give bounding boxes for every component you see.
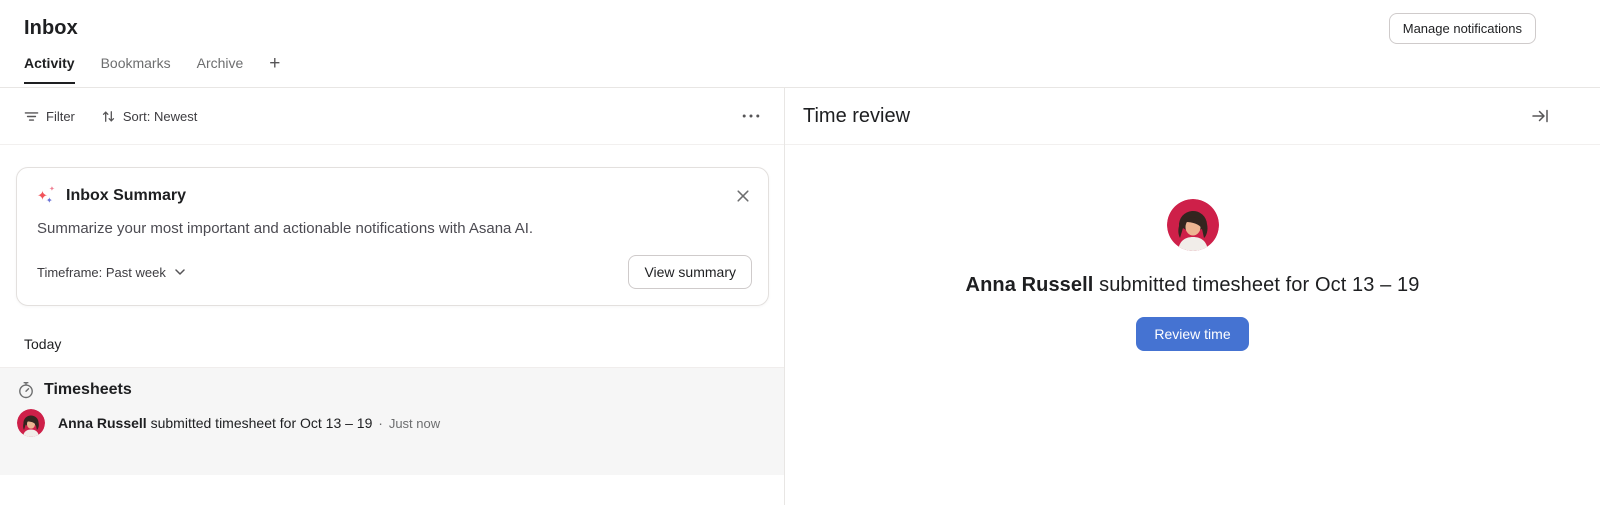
add-tab-icon[interactable]: + (269, 57, 280, 82)
detail-header: Time review (785, 88, 1600, 145)
stopwatch-icon (17, 381, 35, 399)
page-title: Inbox (24, 17, 78, 40)
detail-date-range: Oct 13 – 19 (1315, 274, 1420, 296)
inbox-tabs: Activity Bookmarks Archive + (24, 55, 1576, 83)
filter-button[interactable]: Filter (24, 109, 75, 124)
manage-notifications-button[interactable]: Manage notifications (1389, 13, 1536, 44)
inbox-app: Inbox Manage notifications Activity Book… (0, 0, 1600, 505)
group-title: Timesheets (44, 381, 132, 399)
tab-archive[interactable]: Archive (197, 55, 244, 84)
review-time-button[interactable]: Review time (1136, 317, 1248, 351)
notification-list-panel: Filter Sort: Newest (0, 88, 785, 505)
sort-button[interactable]: Sort: Newest (101, 109, 197, 124)
chevron-down-icon (175, 269, 185, 275)
notification-actor: Anna Russell (58, 415, 147, 431)
sort-arrows-icon (101, 109, 116, 124)
summary-card-description: Summarize your most important and action… (37, 220, 752, 237)
separator: · (376, 415, 385, 431)
close-icon[interactable] (734, 187, 752, 205)
notification-group: Timesheets (0, 367, 784, 475)
tab-activity[interactable]: Activity (24, 55, 75, 84)
sort-label: Sort: Newest (123, 109, 197, 124)
summary-card-title: Inbox Summary (66, 187, 186, 205)
list-toolbar: Filter Sort: Newest (0, 88, 784, 145)
avatar (1167, 199, 1219, 251)
filter-icon (24, 109, 39, 124)
detail-title: Time review (803, 105, 910, 128)
notification-time: Just now (389, 416, 440, 431)
overflow-menu-icon[interactable] (742, 113, 760, 119)
page-header: Inbox Manage notifications Activity Book… (0, 0, 1600, 88)
filter-label: Filter (46, 109, 75, 124)
detail-body: Anna Russell submitted timesheet for Oct… (785, 145, 1600, 505)
notification-message: submitted timesheet for Oct 13 – 19 (151, 415, 373, 431)
detail-panel: Time review (785, 88, 1600, 505)
timeframe-label: Timeframe: Past week (37, 265, 166, 280)
notification-row[interactable]: Anna Russell submitted timesheet for Oct… (0, 399, 784, 437)
detail-actor: Anna Russell (966, 274, 1094, 296)
group-header: Timesheets (0, 381, 784, 399)
avatar (17, 409, 45, 437)
notification-text: Anna Russell submitted timesheet for Oct… (58, 415, 440, 431)
timeframe-dropdown[interactable]: Timeframe: Past week (37, 265, 185, 280)
ai-sparkle-icon: ✦✦✦ (37, 186, 59, 206)
detail-heading: Anna Russell submitted timesheet for Oct… (785, 274, 1600, 297)
date-group-label: Today (24, 336, 760, 352)
inbox-summary-card: ✦✦✦ Inbox Summary Summarize your most im… (16, 167, 769, 306)
tab-bookmarks[interactable]: Bookmarks (101, 55, 171, 84)
view-summary-button[interactable]: View summary (628, 255, 752, 289)
collapse-panel-icon[interactable] (1528, 104, 1552, 128)
detail-message: submitted timesheet for (1099, 274, 1309, 296)
